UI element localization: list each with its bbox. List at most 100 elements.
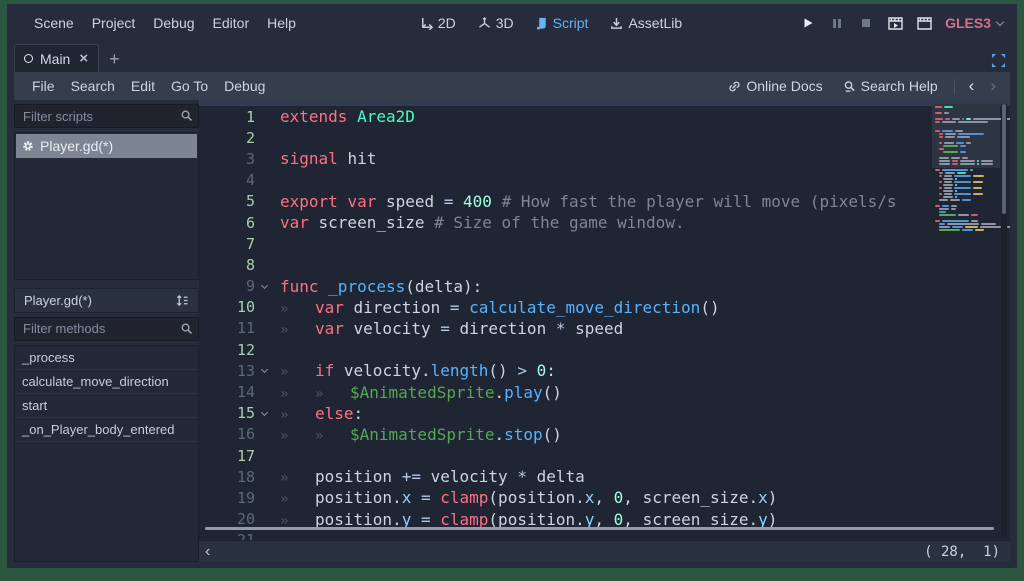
minimap-segment [950, 199, 960, 201]
minimap-segment [943, 196, 953, 198]
minimap-segment [971, 220, 978, 222]
tab-3d[interactable]: 3D [469, 11, 523, 35]
minimap-row [935, 184, 997, 186]
code-token: if [315, 361, 344, 380]
search-help-button[interactable]: Search Help [835, 75, 946, 97]
minimap-row [935, 157, 997, 159]
minimap-row [935, 109, 997, 111]
add-scene-tab-button[interactable]: + [99, 49, 130, 72]
menu-help[interactable]: Help [258, 11, 305, 35]
minimap-segment [935, 118, 943, 120]
stop-button[interactable] [855, 13, 877, 33]
scene-tab-main[interactable]: Main × [14, 44, 99, 72]
fold-arrow-icon[interactable] [255, 285, 274, 288]
history-back-button[interactable]: ‹ [963, 76, 981, 96]
play-button[interactable] [797, 13, 819, 33]
renderer-selector[interactable]: GLES3 [945, 15, 1003, 31]
minimap-segment [935, 205, 940, 207]
minimap-row [935, 199, 997, 201]
online-docs-button[interactable]: Online Docs [720, 75, 830, 97]
fold-arrow-icon[interactable] [255, 412, 274, 415]
tab-indent-marker: » [280, 491, 315, 507]
code-token: 0 [614, 488, 624, 507]
minimap-segment [945, 172, 955, 174]
collapse-panel-arrow[interactable]: ‹ [205, 544, 210, 560]
line-number: 19 [199, 489, 255, 507]
online-docs-label: Online Docs [746, 78, 822, 94]
minimap-row [935, 112, 997, 114]
minimap-row [935, 178, 997, 180]
code-token: y [758, 510, 768, 529]
code-token: _process [328, 277, 405, 296]
distraction-free-button[interactable] [987, 53, 1010, 68]
minimap-row [935, 175, 997, 177]
minimap-segment [942, 169, 968, 171]
minimap-segment [943, 178, 953, 180]
minimap-row [935, 163, 997, 165]
minimap-segment [939, 187, 942, 189]
method-item[interactable]: start [15, 394, 198, 418]
tab-2d[interactable]: 2D [411, 11, 465, 35]
fold-arrow-icon[interactable] [255, 369, 274, 372]
script-menu-search[interactable]: Search [63, 75, 123, 97]
line-number: 2 [199, 129, 255, 147]
tab-2d-label: 2D [438, 15, 456, 31]
minimap-segment [965, 226, 978, 228]
sort-methods-button[interactable] [170, 292, 194, 309]
line-number: 7 [199, 235, 255, 253]
minimap-segment [939, 226, 950, 228]
method-item[interactable]: calculate_move_direction [15, 370, 198, 394]
method-item[interactable]: _process [15, 346, 198, 370]
script-menu-edit[interactable]: Edit [123, 75, 163, 97]
code-token: speed [386, 192, 444, 211]
close-tab-icon[interactable]: × [79, 51, 88, 66]
script-menu-file[interactable]: File [24, 75, 63, 97]
menu-debug[interactable]: Debug [144, 11, 203, 35]
play-scene-button[interactable] [884, 13, 906, 33]
tab-3d-label: 3D [496, 15, 514, 31]
minimap-segment [939, 133, 943, 135]
code-token: ) [768, 488, 778, 507]
code-token: = [450, 298, 469, 317]
code-token: var [315, 298, 354, 317]
script-list-item[interactable]: Player.gd(*) [16, 134, 197, 158]
pause-button[interactable] [826, 13, 848, 33]
code-editor[interactable]: 1extends Area2D23signal hit45export var … [199, 100, 1010, 540]
minimap-segment [955, 178, 957, 180]
code-line-text: »if velocity.length() > 0: [274, 361, 1010, 380]
filter-methods-input[interactable] [14, 317, 199, 341]
horizontal-scrollbar-thumb[interactable] [205, 527, 994, 530]
vertical-scrollbar-thumb[interactable] [1002, 104, 1006, 214]
play-custom-scene-button[interactable] [913, 13, 935, 33]
menu-scene[interactable]: Scene [25, 11, 83, 35]
script-menu-debug[interactable]: Debug [216, 75, 273, 97]
filter-scripts-input[interactable] [14, 104, 199, 128]
minimap[interactable] [935, 106, 997, 235]
minimap-row [935, 106, 997, 108]
minimap-segment [954, 181, 971, 183]
minimap-row [935, 142, 997, 144]
minimap-segment [981, 160, 993, 162]
code-line-text: »var velocity = direction * speed [274, 319, 1010, 338]
menu-editor[interactable]: Editor [204, 11, 259, 35]
method-item[interactable]: _on_Player_body_entered [15, 418, 198, 442]
minimap-segment [957, 172, 966, 174]
minimap-segment [939, 181, 942, 183]
history-forward-button[interactable]: › [984, 76, 1002, 96]
code-token: 0 [614, 510, 624, 529]
tab-assetlib[interactable]: AssetLib [601, 11, 691, 35]
code-token: position. [315, 510, 402, 529]
tab-script[interactable]: Script [527, 11, 598, 35]
menu-project[interactable]: Project [83, 11, 145, 35]
code-token: y [402, 510, 412, 529]
minimap-segment [942, 130, 953, 132]
minimap-segment [981, 163, 993, 165]
code-token: () [488, 361, 517, 380]
code-line-text: var screen_size # Size of the game windo… [274, 213, 1010, 232]
minimap-segment [939, 229, 960, 231]
minimap-segment [960, 160, 975, 162]
script-menu-go-to[interactable]: Go To [163, 75, 216, 97]
line-number: 3 [199, 150, 255, 168]
code-token: hit [347, 149, 376, 168]
code-token: Area2D [357, 107, 415, 126]
